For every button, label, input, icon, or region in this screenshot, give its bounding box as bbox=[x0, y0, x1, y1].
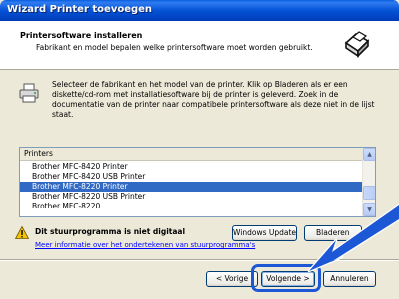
printer-cd-icon bbox=[342, 29, 372, 59]
header-title: Printersoftware installeren bbox=[20, 31, 143, 40]
printers-list: Brother MFC-8420 Printer Brother MFC-842… bbox=[20, 162, 363, 208]
window-title: Wizard Printer toevoegen bbox=[7, 4, 153, 15]
next-button-highlight bbox=[251, 264, 321, 292]
scroll-up-icon[interactable]: ▲ bbox=[363, 148, 375, 161]
header-subtitle: Fabrikant en model bepalen welke printer… bbox=[36, 43, 313, 52]
list-item[interactable]: Brother MFC-8420 USB Printer bbox=[20, 172, 363, 182]
list-item[interactable]: Brother MFC-8420 Printer bbox=[20, 162, 363, 172]
add-printer-wizard-window: Wizard Printer toevoegen Printersoftware… bbox=[0, 0, 399, 299]
printers-column-header[interactable]: Printers bbox=[20, 148, 363, 161]
browse-button[interactable]: Bladeren bbox=[304, 225, 362, 241]
printers-scrollbar[interactable]: ▲ ▼ bbox=[362, 148, 375, 216]
wizard-header: Printersoftware installeren Fabrikant en… bbox=[0, 21, 399, 70]
warning-icon bbox=[15, 226, 29, 239]
scroll-thumb[interactable] bbox=[363, 186, 375, 200]
printer-icon bbox=[19, 83, 39, 103]
printers-listbox[interactable]: Printers Brother MFC-8420 Printer Brothe… bbox=[19, 147, 376, 217]
list-item[interactable]: Brother MFC-8220 USB Printer bbox=[20, 192, 363, 202]
title-bar[interactable]: Wizard Printer toevoegen bbox=[0, 0, 399, 21]
footer-divider bbox=[0, 259, 399, 261]
cancel-button[interactable]: Annuleren bbox=[323, 271, 376, 287]
windows-update-button[interactable]: Windows Update bbox=[232, 225, 297, 241]
list-item-selected[interactable]: Brother MFC-8220 Printer bbox=[20, 182, 363, 192]
scroll-down-icon[interactable]: ▼ bbox=[363, 203, 375, 216]
intro-text: Selecteer de fabrikant en het model van … bbox=[52, 80, 375, 119]
unsigned-driver-warning: Dit stuurprogramma is niet digitaal bbox=[35, 227, 186, 236]
driver-signing-info-link[interactable]: Meer informatie over het ondertekenen va… bbox=[35, 241, 255, 249]
list-item[interactable]: Brother MFC-8220 bbox=[20, 202, 363, 208]
